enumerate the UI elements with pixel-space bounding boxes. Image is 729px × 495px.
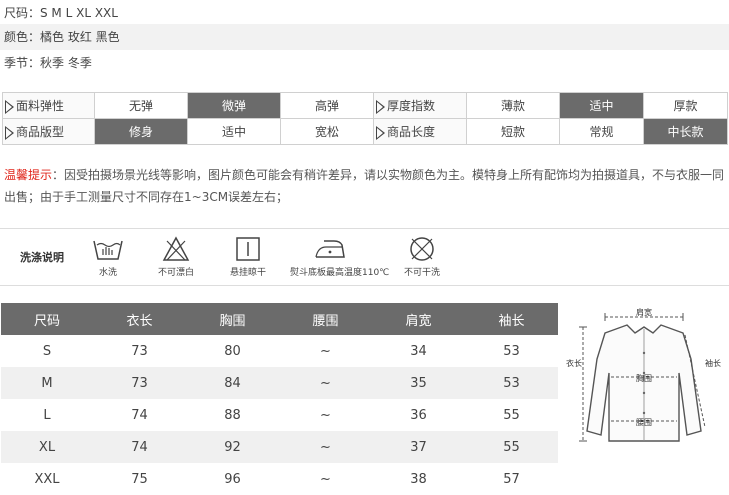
- column-header: 胸围: [186, 303, 279, 335]
- wash-label: 不可干洗: [403, 268, 440, 278]
- table-cell: 55: [465, 431, 558, 463]
- washing-title: 洗涤说明: [20, 251, 64, 264]
- table-cell: 92: [186, 431, 279, 463]
- column-header: 肩宽: [372, 303, 465, 335]
- color-info: 颜色：橘色 玫红 黑色: [0, 24, 729, 50]
- fit-label: 商品版型: [16, 125, 65, 139]
- thickness-header: 厚度指数: [373, 92, 467, 119]
- fit-option: 适中: [187, 118, 281, 145]
- table-cell: XL: [1, 431, 93, 463]
- elasticity-option: 高弹: [280, 92, 374, 119]
- table-cell: ~: [320, 343, 331, 359]
- table-cell: 35: [372, 367, 465, 399]
- shoulder-label: 肩宽: [636, 307, 652, 317]
- fit-option-selected: 修身: [94, 118, 188, 145]
- size-info: 尺码：S M L XL XXL: [4, 6, 118, 20]
- tip-text: ：因受拍摄场景光线等影响，图片颜色可能会有稍许差异，请以实物颜色为主。模特身上所…: [4, 168, 725, 204]
- table-cell: 38: [410, 471, 427, 487]
- table-cell: 73: [93, 367, 186, 399]
- shirt-measurement-diagram: 肩宽 衣长 胸围 袖长 腰围: [566, 307, 721, 442]
- thickness-option: 厚款: [643, 92, 728, 119]
- waist-label: 腰围: [636, 418, 652, 427]
- sleeve-label: 袖长: [705, 358, 721, 368]
- tip-label: 温馨提示: [4, 168, 53, 182]
- fit-option: 宽松: [280, 118, 374, 145]
- table-row: M 73 84 ~ 35 53: [1, 367, 558, 399]
- table-cell: ~: [279, 367, 372, 399]
- triangle-icon: [376, 125, 385, 140]
- chest-label: 胸围: [636, 373, 652, 383]
- season-info: 季节：秋季 冬季: [4, 56, 92, 70]
- length-header: 商品长度: [373, 118, 467, 145]
- table-row: XXL 75 96 ~ 38 57: [1, 463, 558, 495]
- no-dry-clean-icon: [410, 237, 434, 261]
- elasticity-option: 无弹: [94, 92, 188, 119]
- table-cell: 37: [372, 431, 465, 463]
- table-cell: XXL: [34, 471, 60, 487]
- table-cell: 36: [410, 407, 427, 423]
- triangle-icon: [5, 99, 14, 114]
- table-cell: S: [42, 343, 52, 359]
- table-cell: L: [43, 407, 51, 423]
- table-cell: ~: [279, 431, 372, 463]
- table-cell: ~: [320, 471, 331, 487]
- table-cell: 57: [503, 471, 520, 487]
- wash-item: 不可干洗: [382, 235, 462, 278]
- column-header: 尺码: [1, 303, 93, 335]
- length-label: 商品长度: [387, 125, 436, 139]
- table-cell: 55: [503, 407, 520, 423]
- table-cell: 53: [503, 343, 520, 359]
- no-bleach-icon: [162, 236, 190, 261]
- table-cell: 34: [410, 343, 427, 359]
- table-cell: 96: [224, 471, 241, 487]
- wash-label: 不可漂白: [157, 268, 194, 278]
- length-label: 衣长: [566, 358, 582, 368]
- size-table-header: 尺码 衣长 胸围 腰围 肩宽 袖长: [1, 303, 558, 335]
- hand-wash-icon: [93, 240, 123, 260]
- washing-section: 洗涤说明 水洗 不可漂白 悬挂晾干 熨斗底板最高温度110℃ 不可干洗: [0, 228, 729, 286]
- elasticity-label: 面料弹性: [16, 99, 65, 113]
- table-cell: 74: [93, 431, 186, 463]
- wash-label: 熨斗底板最高温度110℃: [290, 268, 390, 278]
- thickness-label: 厚度指数: [387, 99, 436, 113]
- fit-header: 商品版型: [2, 118, 95, 145]
- table-row: S 73 80 ~ 34 53: [1, 335, 558, 367]
- table-cell: M: [1, 367, 93, 399]
- attribute-table: 面料弹性 无弹 微弹 高弹 厚度指数 薄款 适中 厚款 商品版型 修身 适中 宽…: [2, 92, 728, 145]
- table-cell: 73: [131, 343, 148, 359]
- wash-item: 不可漂白: [136, 235, 216, 278]
- length-option: 短款: [466, 118, 560, 145]
- table-cell: 80: [224, 343, 241, 359]
- length-option: 常规: [559, 118, 644, 145]
- hang-dry-icon: [236, 237, 260, 261]
- table-cell: 74: [131, 407, 148, 423]
- triangle-icon: [376, 99, 385, 114]
- elasticity-option-selected: 微弹: [187, 92, 281, 119]
- thickness-option: 薄款: [466, 92, 560, 119]
- wash-label: 悬挂晾干: [229, 268, 266, 278]
- table-cell: 75: [131, 471, 148, 487]
- wash-item: 悬挂晾干: [208, 235, 288, 278]
- column-header: 袖长: [465, 303, 558, 335]
- table-cell: 88: [224, 407, 241, 423]
- warm-tip: 温馨提示：因受拍摄场景光线等影响，图片颜色可能会有稍许差异，请以实物颜色为主。模…: [4, 164, 726, 208]
- wash-item: 熨斗底板最高温度110℃: [290, 235, 390, 278]
- table-row: L 74 88 ~ 36 55: [1, 399, 558, 431]
- table-cell: 84: [186, 367, 279, 399]
- table-cell: 53: [465, 367, 558, 399]
- column-header: 腰围: [279, 303, 372, 335]
- column-header: 衣长: [93, 303, 186, 335]
- triangle-icon: [5, 125, 14, 140]
- length-option-selected: 中长款: [643, 118, 728, 145]
- iron-icon: [315, 240, 345, 258]
- thickness-option-selected: 适中: [559, 92, 644, 119]
- table-row: XL 74 92 ~ 37 55: [1, 431, 558, 463]
- table-cell: ~: [320, 407, 331, 423]
- elasticity-header: 面料弹性: [2, 92, 95, 119]
- size-table: 尺码 衣长 胸围 腰围 肩宽 袖长 S 73 80 ~ 34 53 M 73 8…: [1, 303, 558, 495]
